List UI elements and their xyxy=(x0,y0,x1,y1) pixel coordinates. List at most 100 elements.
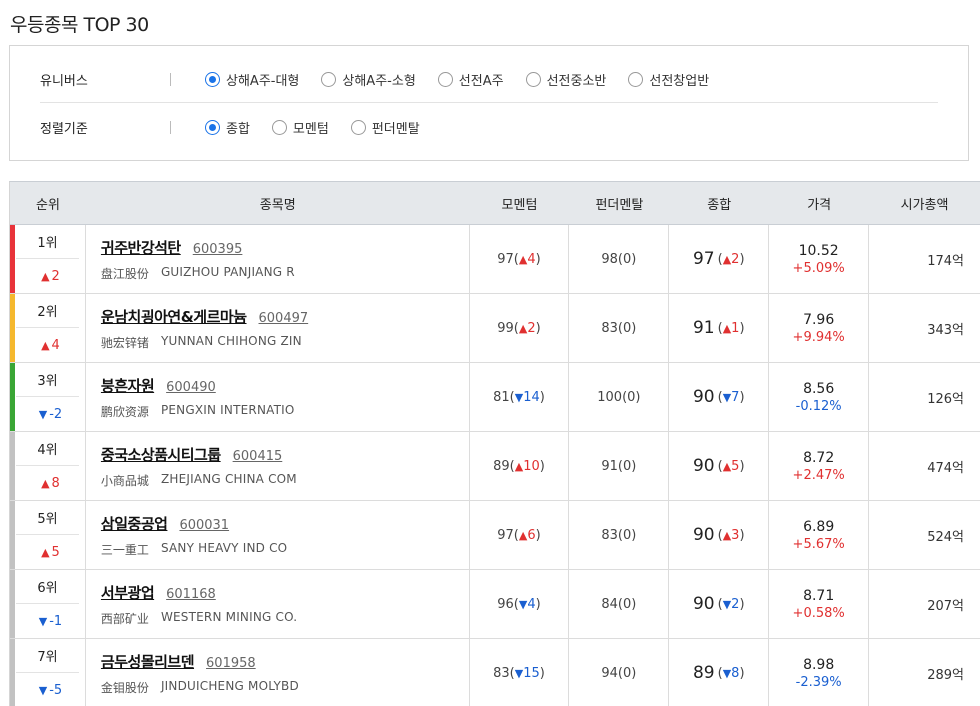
momentum-change-value: 4 xyxy=(527,596,536,612)
momentum-change: (▼14) xyxy=(509,389,545,405)
stock-code-link[interactable]: 601958 xyxy=(206,656,256,671)
total-cell: 89 (▼8) xyxy=(669,639,770,706)
name-subline: 小商品城 ZHEJIANG CHINA COM xyxy=(101,472,469,489)
fundamental-score: 84 xyxy=(601,596,618,612)
stock-code-link[interactable]: 601168 xyxy=(166,587,216,602)
rank-color-bar xyxy=(10,570,15,638)
stock-code-link[interactable]: 600490 xyxy=(166,380,216,395)
stock-code-link[interactable]: 600395 xyxy=(193,242,243,257)
stock-code-link[interactable]: 600031 xyxy=(179,518,229,533)
stock-name-link[interactable]: 금두성몰리브덴 xyxy=(101,651,195,672)
header-fundamental[interactable]: 펀더멘탈 xyxy=(569,182,669,224)
radio-button[interactable] xyxy=(437,71,453,87)
price-value: 8.72 xyxy=(803,449,835,466)
radio-option-universe[interactable]: 선전중소반 xyxy=(525,70,607,89)
radio-label: 선전A주 xyxy=(458,73,504,89)
header-name[interactable]: 종목명 xyxy=(86,182,470,224)
radio-label: 상해A주-소형 xyxy=(342,73,416,89)
stock-name-chinese: 驰宏锌锗 xyxy=(100,335,149,350)
fundamental-change: (0) xyxy=(622,389,641,405)
market-cap-cell: 474억 xyxy=(927,460,964,476)
radio-button[interactable] xyxy=(205,71,220,87)
table-row[interactable]: 7위 ▼ -5 금두성몰리브덴 601958 金钼股份 JINDUICHENG MOLYBD… xyxy=(10,639,980,706)
price-change: +9.94% xyxy=(792,329,845,345)
name-line: 귀주반강석탄 600395 xyxy=(101,237,469,258)
momentum-cell: 96 (▼4) xyxy=(470,570,570,638)
fundamental-change: (0) xyxy=(617,320,637,336)
radio-button[interactable] xyxy=(205,119,220,135)
momentum-change-value: 14 xyxy=(523,389,540,405)
stock-name-chinese: 鹏欣资源 xyxy=(100,404,149,419)
radio-option-universe[interactable]: 상해A주-대형 xyxy=(205,70,299,89)
header-cap[interactable]: 시가총액 xyxy=(869,182,980,224)
stock-code-link[interactable]: 600497 xyxy=(259,311,309,326)
radio-option-universe[interactable]: 선전A주 xyxy=(437,70,504,89)
table-row[interactable]: 1위 ▲ 2 귀주반강석탄 600395 盘江股份 GUIZHOU PANJIANG R 97… xyxy=(10,225,980,294)
radio-button[interactable] xyxy=(350,119,366,135)
radio-button[interactable] xyxy=(271,119,287,135)
momentum-change-value: 2 xyxy=(527,320,536,336)
stock-name-link[interactable]: 귀주반강석탄 xyxy=(101,237,181,258)
price-cell: 6.89 +5.67% xyxy=(769,501,870,569)
triangle-up-icon: ▲ xyxy=(722,459,732,473)
rank-number: 6위 xyxy=(16,570,79,604)
table-row[interactable]: 3위 ▼ -2 붕흔자원 600490 鹏欣资源 PENGXIN INTERNATIO 81 … xyxy=(10,363,980,432)
table-row[interactable]: 2위 ▲ 4 운남치굉아연&게르마늄 600497 驰宏锌锗 YUNNAN CHIHONG … xyxy=(10,294,980,363)
stock-name-link[interactable]: 서부광업 xyxy=(101,582,155,603)
triangle-up-icon: ▲ xyxy=(722,252,732,266)
total-score: 91 xyxy=(692,318,715,338)
stock-name-link[interactable]: 중국소상품시티그룹 xyxy=(101,444,221,465)
table-row[interactable]: 4위 ▲ 8 중국소상품시티그룹 600415 小商品城 ZHEJIANG CHINA CO… xyxy=(10,432,980,501)
radio-option-sort[interactable]: 펀더멘탈 xyxy=(350,118,420,137)
rank-change: ▲ 4 xyxy=(16,328,85,362)
total-score: 90 xyxy=(692,525,715,545)
total-score: 97 xyxy=(692,249,715,269)
total-change: (▼7) xyxy=(717,389,745,405)
rank-cell: 6위 ▼ -1 xyxy=(10,570,86,638)
radio-label: 선전중소반 xyxy=(546,73,607,89)
price-cell: 8.98 -2.39% xyxy=(769,639,870,706)
stock-name-english: SANY HEAVY IND CO xyxy=(160,540,288,555)
filter-panel: 유니버스 상해A주-대형 상해A주-소형 선전A주 선전중소반 선전창업반 정렬기준 종… xyxy=(9,45,969,161)
fundamental-score: 98 xyxy=(601,251,618,267)
price-cell: 8.72 +2.47% xyxy=(769,432,870,500)
fundamental-change: (0) xyxy=(617,527,637,543)
fundamental-cell: 83 (0) xyxy=(569,294,670,362)
stock-name-link[interactable]: 삼일중공업 xyxy=(101,513,168,534)
header-total[interactable]: 종합 xyxy=(669,182,769,224)
name-cell: 금두성몰리브덴 601958 金钼股份 JINDUICHENG MOLYBD xyxy=(86,639,470,706)
radio-button[interactable] xyxy=(628,71,644,87)
radio-option-universe[interactable]: 선전창업반 xyxy=(628,70,709,89)
stock-code-link[interactable]: 600415 xyxy=(233,449,283,464)
filter-separator xyxy=(170,120,171,134)
market-cap-cell: 524억 xyxy=(927,529,964,545)
radio-button[interactable] xyxy=(321,71,337,87)
radio-option-sort[interactable]: 모멘텀 xyxy=(271,118,329,137)
header-momentum[interactable]: 모멘텀 xyxy=(470,182,570,224)
header-rank[interactable]: 순위 xyxy=(10,182,86,224)
radio-button[interactable] xyxy=(525,71,541,87)
radio-option-universe[interactable]: 상해A주-소형 xyxy=(321,70,416,89)
rank-color-bar xyxy=(10,639,15,706)
stock-name-link[interactable]: 붕흔자원 xyxy=(101,375,155,396)
table-header: 순위 종목명 모멘텀 펀더멘탈 종합 가격 시가총액 xyxy=(10,182,980,225)
market-cap-cell: 207억 xyxy=(927,598,964,614)
market-cap-cell: 289억 xyxy=(927,667,964,683)
total-score: 90 xyxy=(692,387,715,407)
fundamental-score: 94 xyxy=(601,665,618,681)
radio-option-sort[interactable]: 종합 xyxy=(205,118,250,137)
name-subline: 驰宏锌锗 YUNNAN CHIHONG ZIN xyxy=(101,334,469,351)
momentum-change: (▼4) xyxy=(513,596,541,612)
rank-number: 4위 xyxy=(16,432,79,466)
table-row[interactable]: 5위 ▲ 5 삼일중공업 600031 三一重工 SANY HEAVY IND CO 97 (… xyxy=(10,501,980,570)
rank-cell: 2위 ▲ 4 xyxy=(10,294,86,362)
header-price[interactable]: 가격 xyxy=(769,182,869,224)
rank-change-value: 2 xyxy=(51,268,60,284)
table-row[interactable]: 6위 ▼ -1 서부광업 601168 西部矿业 WESTERN MINING CO. 96 … xyxy=(10,570,980,639)
total-score: 90 xyxy=(692,456,715,476)
triangle-up-icon: ▲ xyxy=(41,476,50,490)
stock-name-chinese: 西部矿业 xyxy=(100,611,149,626)
stock-name-link[interactable]: 운남치굉아연&게르마늄 xyxy=(101,306,247,327)
filter-divider xyxy=(40,102,938,103)
total-cell: 90 (▼7) xyxy=(669,363,770,431)
